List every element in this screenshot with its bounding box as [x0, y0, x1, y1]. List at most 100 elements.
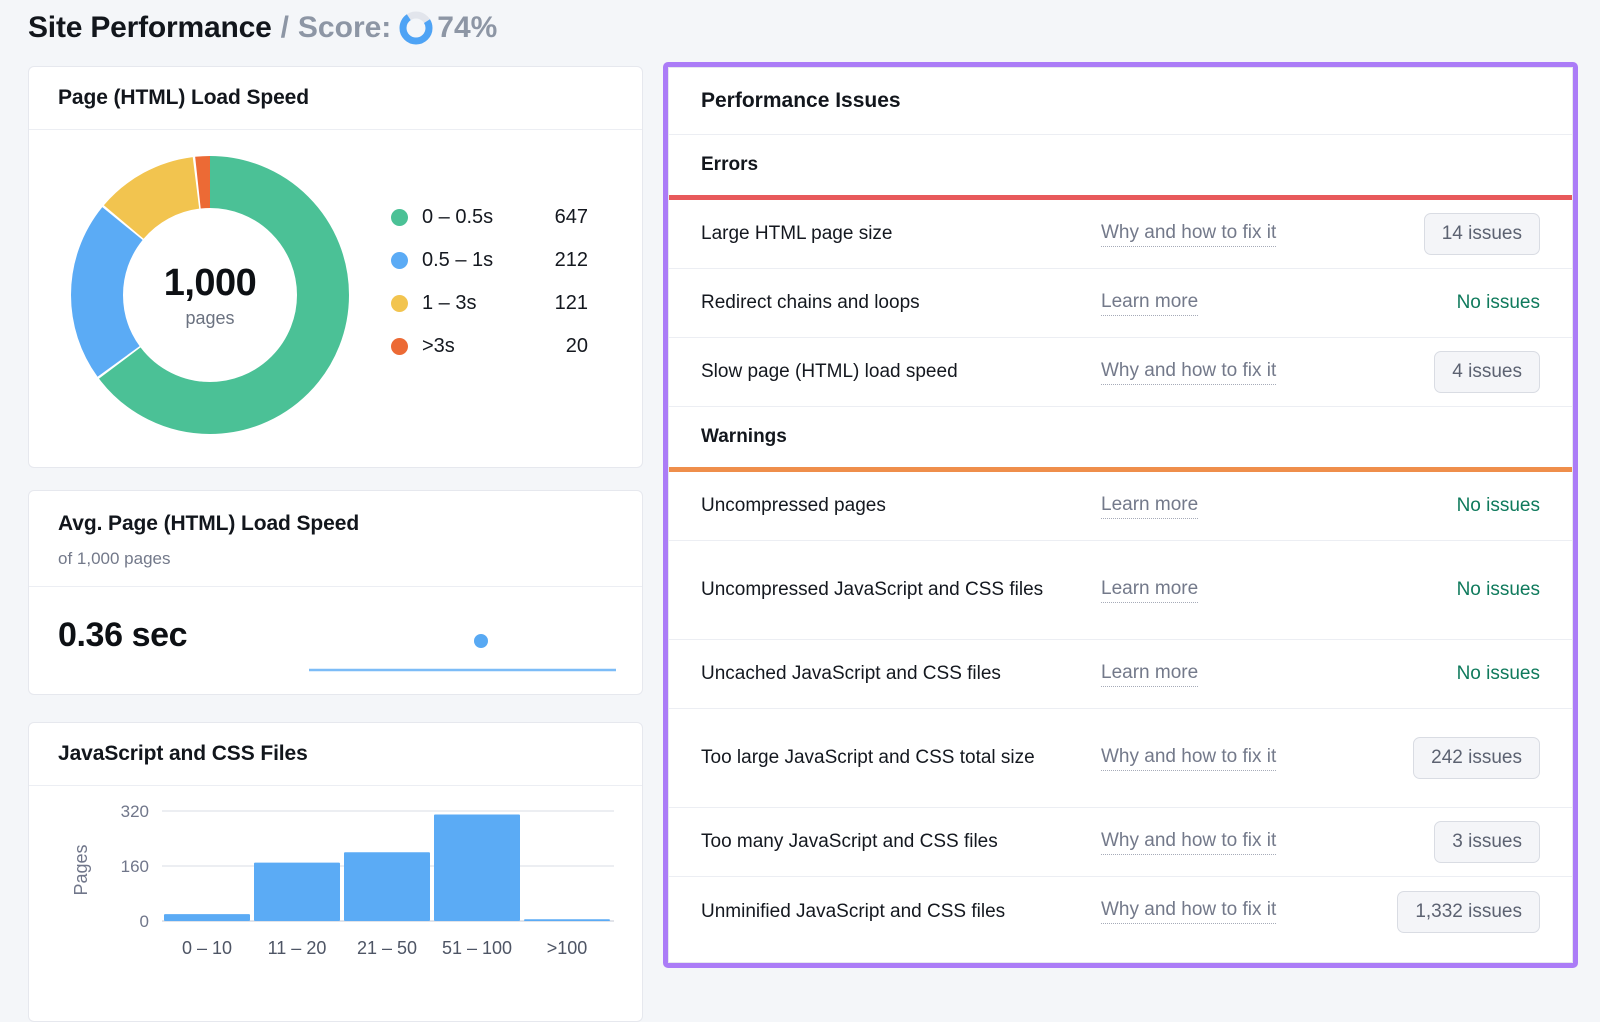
status-no-issues: No issues	[1457, 292, 1540, 314]
table-row[interactable]: Uncompressed JavaScript and CSS files Le…	[669, 541, 1572, 640]
issue-status: 242 issues	[1413, 737, 1540, 779]
group-header-errors: Errors	[669, 135, 1572, 195]
table-row[interactable]: Unminified JavaScript and CSS files Why …	[669, 877, 1572, 946]
issue-help-link[interactable]: Why and how to fix it	[1101, 360, 1276, 385]
issue-help-link[interactable]: Learn more	[1101, 291, 1198, 316]
legend-color-swatch-icon	[391, 252, 408, 269]
table-row[interactable]: Too large JavaScript and CSS total size …	[669, 709, 1572, 808]
table-row[interactable]: Large HTML page size Why and how to fix …	[669, 200, 1572, 269]
issue-name: Redirect chains and loops	[701, 288, 1101, 318]
page-load-speed-card: Page (HTML) Load Speed 1,000 pages 0 – 0…	[28, 66, 643, 468]
x-label-11-20: 11 – 20	[268, 938, 327, 958]
legend-label: 1 – 3s	[422, 292, 532, 315]
bar-21-50	[344, 852, 430, 921]
issue-name: Slow page (HTML) load speed	[701, 357, 1101, 387]
legend-label: 0.5 – 1s	[422, 249, 532, 272]
table-row[interactable]: Redirect chains and loops Learn more No …	[669, 269, 1572, 338]
table-row[interactable]: Too many JavaScript and CSS files Why an…	[669, 808, 1572, 877]
status-no-issues: No issues	[1457, 495, 1540, 517]
status-no-issues: No issues	[1457, 579, 1540, 601]
avg-speed-sparkline	[281, 587, 616, 695]
x-label-21-50: 21 – 50	[357, 938, 417, 958]
x-label-over-100: >100	[547, 938, 588, 958]
status-badge[interactable]: 242 issues	[1413, 737, 1540, 779]
legend-item: 1 – 3s 121	[391, 282, 588, 325]
issue-help-link[interactable]: Learn more	[1101, 494, 1198, 519]
issue-status: 3 issues	[1434, 821, 1540, 863]
x-label-0-10: 0 – 10	[182, 938, 232, 958]
performance-issues-inner: Performance Issues Errors Large HTML pag…	[668, 67, 1573, 963]
js-css-bar-chart: 320 160 0 Pages 0 – 10 11 – 20 21 – 50 5…	[29, 786, 642, 1022]
performance-issues-panel: Performance Issues Errors Large HTML pag…	[663, 62, 1578, 968]
bar-over-100	[524, 919, 610, 921]
legend-label: >3s	[422, 335, 532, 358]
bar-11-20	[254, 863, 340, 921]
legend-item: 0.5 – 1s 212	[391, 239, 588, 282]
status-badge[interactable]: 3 issues	[1434, 821, 1540, 863]
status-no-issues: No issues	[1457, 663, 1540, 685]
table-row[interactable]: Slow page (HTML) load speed Why and how …	[669, 338, 1572, 407]
group-title: Warnings	[701, 426, 787, 448]
avg-speed-value: 0.36 sec	[58, 616, 187, 655]
status-badge[interactable]: 14 issues	[1424, 213, 1540, 255]
issue-status: No issues	[1457, 579, 1540, 601]
avg-page-load-speed-card: Avg. Page (HTML) Load Speed of 1,000 pag…	[28, 490, 643, 695]
legend-value: 121	[532, 292, 588, 315]
title-separator: /	[281, 11, 289, 45]
issue-name: Large HTML page size	[701, 219, 1101, 249]
performance-issues-header: Performance Issues	[669, 68, 1572, 135]
bar-chart-svg: 320 160 0 Pages 0 – 10 11 – 20 21 – 50 5…	[29, 786, 642, 1022]
load-speed-donut-chart: 1,000 pages 0 – 0.5s 647 0.5 – 1s 212 1 …	[29, 130, 642, 468]
issue-status: No issues	[1457, 495, 1540, 517]
issue-status: No issues	[1457, 292, 1540, 314]
score-ring-icon	[398, 10, 434, 46]
issue-name: Too large JavaScript and CSS total size	[701, 743, 1101, 773]
card-title: Avg. Page (HTML) Load Speed	[58, 512, 642, 536]
legend-color-swatch-icon	[391, 209, 408, 226]
javascript-css-files-card: JavaScript and CSS Files 320 160 0 Pages…	[28, 722, 643, 1022]
issue-status: No issues	[1457, 663, 1540, 685]
issue-name: Uncompressed pages	[701, 491, 1101, 521]
issue-status: 14 issues	[1424, 213, 1540, 255]
legend-label: 0 – 0.5s	[422, 206, 532, 229]
issue-help-link[interactable]: Learn more	[1101, 662, 1198, 687]
y-axis-title: Pages	[71, 844, 91, 895]
avg-speed-body: 0.36 sec	[29, 587, 642, 695]
card-header: JavaScript and CSS Files	[29, 723, 642, 786]
table-row[interactable]: Uncompressed pages Learn more No issues	[669, 472, 1572, 541]
legend-value: 20	[532, 335, 588, 358]
card-title: Page (HTML) Load Speed	[58, 86, 309, 110]
issue-help-link[interactable]: Why and how to fix it	[1101, 222, 1276, 247]
issue-status: 1,332 issues	[1397, 891, 1540, 933]
issue-help-link[interactable]: Why and how to fix it	[1101, 899, 1276, 924]
y-tick-0: 0	[140, 912, 149, 931]
issue-status: 4 issues	[1434, 351, 1540, 393]
legend-color-swatch-icon	[391, 295, 408, 312]
issue-name: Unminified JavaScript and CSS files	[701, 897, 1101, 927]
legend-item: 0 – 0.5s 647	[391, 196, 588, 239]
issue-name: Uncached JavaScript and CSS files	[701, 659, 1101, 689]
group-title: Errors	[701, 154, 758, 176]
y-tick-320: 320	[121, 802, 149, 821]
card-title: JavaScript and CSS Files	[58, 742, 308, 766]
card-subtitle: of 1,000 pages	[58, 549, 642, 569]
y-tick-160: 160	[121, 857, 149, 876]
score-value: 74%	[437, 11, 497, 45]
legend-value: 647	[532, 206, 588, 229]
status-badge[interactable]: 1,332 issues	[1397, 891, 1540, 933]
issue-help-link[interactable]: Why and how to fix it	[1101, 830, 1276, 855]
legend-value: 212	[532, 249, 588, 272]
legend-item: >3s 20	[391, 325, 588, 368]
page-title: Site Performance	[28, 11, 272, 45]
legend-color-swatch-icon	[391, 338, 408, 355]
issue-name: Uncompressed JavaScript and CSS files	[701, 575, 1101, 605]
issue-help-link[interactable]: Learn more	[1101, 578, 1198, 603]
table-row[interactable]: Uncached JavaScript and CSS files Learn …	[669, 640, 1572, 709]
donut-svg	[61, 146, 359, 444]
issue-help-link[interactable]: Why and how to fix it	[1101, 746, 1276, 771]
status-badge[interactable]: 4 issues	[1434, 351, 1540, 393]
card-header: Page (HTML) Load Speed	[29, 67, 642, 130]
bar-0-10	[164, 914, 250, 921]
donut-legend: 0 – 0.5s 647 0.5 – 1s 212 1 – 3s 121 >3s…	[391, 196, 588, 368]
bar-51-100	[434, 815, 520, 922]
